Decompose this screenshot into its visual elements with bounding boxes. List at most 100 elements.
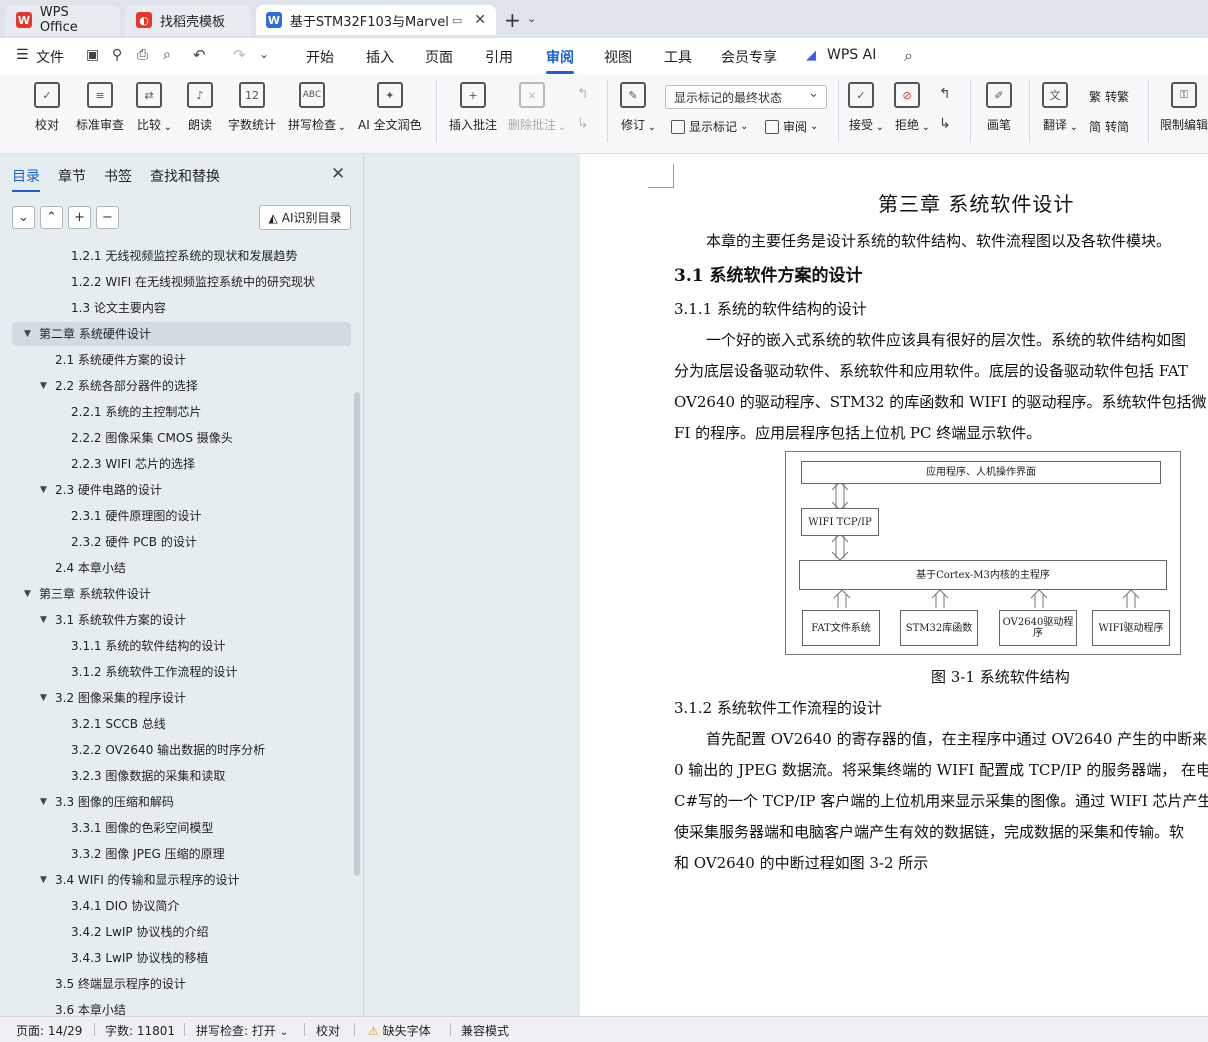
toc-item[interactable]: 3.5 终端显示程序的设计 xyxy=(12,972,351,996)
toc-item[interactable]: 3.3.2 图像 JPEG 压缩的原理 xyxy=(12,842,351,866)
markup-mode-select[interactable]: 显示标记的最终状态 xyxy=(665,85,827,109)
expand-arrow-icon[interactable]: ▼ xyxy=(40,790,47,814)
toc-item[interactable]: 1.2.1 无线视频监控系统的现状和发展趋势 xyxy=(12,248,351,268)
page-indicator[interactable]: 页面: 14/29 xyxy=(16,1022,82,1039)
translate-button[interactable]: 文 翻译 ⌄ xyxy=(1042,82,1078,133)
toc-item[interactable]: 2.4 本章小结 xyxy=(12,556,351,580)
toc-item[interactable]: 3.2.2 OV2640 输出数据的时序分析 xyxy=(12,738,351,762)
track-changes-button[interactable]: ✎ 修订 ⌄ xyxy=(620,82,656,133)
close-icon[interactable]: ✕ xyxy=(331,164,345,184)
show-markup-button[interactable]: 显示标记 ⌄ xyxy=(671,118,748,135)
add-heading-button[interactable]: + xyxy=(68,206,91,229)
pen-button[interactable]: ✐ 画笔 xyxy=(986,82,1012,133)
menu-review[interactable]: 审阅 xyxy=(546,47,574,74)
menu-wps-ai[interactable]: WPS AI xyxy=(827,47,876,63)
monitor-icon[interactable]: ▭ xyxy=(452,14,462,27)
expand-arrow-icon[interactable]: ▼ xyxy=(40,374,47,398)
toc-item[interactable]: 1.2.2 WIFI 在无线视频监控系统中的研究现状 xyxy=(12,270,351,294)
prev-comment-icon[interactable]: ↰ xyxy=(577,86,589,102)
remove-heading-button[interactable]: − xyxy=(96,206,119,229)
tab-bookmarks[interactable]: 书签 xyxy=(104,166,132,186)
tab-chapters[interactable]: 章节 xyxy=(58,166,86,186)
chevron-down-icon[interactable]: ⌄ xyxy=(527,12,536,25)
toc-item[interactable]: 3.2.1 SCCB 总线 xyxy=(12,712,351,736)
word-count-button[interactable]: 12 字数统计 xyxy=(228,82,276,133)
toc-item[interactable]: 2.2.3 WIFI 芯片的选择 xyxy=(12,452,351,476)
toc-item[interactable]: 3.3.1 图像的色彩空间模型 xyxy=(12,816,351,840)
close-tab-icon[interactable]: ✕ xyxy=(474,12,486,28)
toc-item[interactable]: ▼ 3.2 图像采集的程序设计 xyxy=(12,686,351,710)
to-traditional-button[interactable]: 繁 转繁 xyxy=(1089,88,1129,105)
compare-button[interactable]: ⇄ 比较 ⌄ xyxy=(136,82,172,133)
menu-reference[interactable]: 引用 xyxy=(485,47,513,67)
toc-item[interactable]: ▼ 第二章 系统硬件设计 xyxy=(12,322,351,346)
toc-item[interactable]: 3.6 本章小结 xyxy=(12,998,351,1016)
expand-arrow-icon[interactable]: ▼ xyxy=(40,868,47,892)
menu-view[interactable]: 视图 xyxy=(604,47,632,67)
expand-arrow-icon[interactable]: ▼ xyxy=(40,478,47,502)
print-icon[interactable]: ⎙ xyxy=(137,47,148,63)
menu-page[interactable]: 页面 xyxy=(425,47,453,67)
new-tab-icon[interactable]: + xyxy=(504,8,521,32)
search-icon[interactable]: ⌕ xyxy=(904,46,913,66)
standard-review-button[interactable]: ≡ 标准审查 xyxy=(76,82,124,133)
insert-comment-button[interactable]: + 插入批注 xyxy=(449,82,497,133)
toc-item[interactable]: 3.4.3 LwIP 协议栈的移植 xyxy=(12,946,351,970)
expand-arrow-icon[interactable]: ▼ xyxy=(40,608,47,632)
more-chevron-icon[interactable]: ⌄ xyxy=(259,47,269,61)
prev-change-icon[interactable]: ↰ xyxy=(939,86,951,102)
toc-item[interactable]: 3.4.2 LwIP 协议栈的介绍 xyxy=(12,920,351,944)
toc-item[interactable]: ▼ 3.3 图像的压缩和解码 xyxy=(12,790,351,814)
share-icon[interactable]: ⚲ xyxy=(112,47,122,63)
read-aloud-button[interactable]: ♪ 朗读 xyxy=(187,82,213,133)
toc-item[interactable]: 3.4.1 DIO 协议简介 xyxy=(12,894,351,918)
toc-item[interactable]: 2.3.1 硬件原理图的设计 xyxy=(12,504,351,528)
menu-tools[interactable]: 工具 xyxy=(664,47,692,67)
spell-check-button[interactable]: ABC 拼写检查 ⌄ xyxy=(288,82,346,133)
move-up-button[interactable]: ⌃ xyxy=(40,206,63,229)
ai-toc-button[interactable]: ◭ AI识别目录 xyxy=(259,205,351,230)
tab-docer[interactable]: ◐ 找稻壳模板 xyxy=(126,5,250,35)
expand-arrow-icon[interactable]: ▼ xyxy=(24,582,31,606)
print-preview-icon[interactable]: ⌕ xyxy=(163,47,171,63)
word-count-status[interactable]: 字数: 11801 xyxy=(105,1022,175,1039)
proofread-button[interactable]: ✓ 校对 xyxy=(34,82,60,133)
delete-comment-button[interactable]: × 删除批注 ⌄ xyxy=(508,82,566,133)
save-icon[interactable]: ▣ xyxy=(86,47,99,63)
accept-button[interactable]: ✓ 接受 ⌄ xyxy=(848,82,884,133)
tab-wps-office[interactable]: W WPS Office xyxy=(6,5,120,35)
redo-icon[interactable]: ↷ xyxy=(233,46,246,64)
menu-insert[interactable]: 插入 xyxy=(366,47,394,67)
review-pane-button[interactable]: 审阅 ⌄ xyxy=(765,118,818,135)
tab-document[interactable]: W 基于STM32F103与Marvell8 ▭ ✕ xyxy=(256,5,496,35)
toc-item[interactable]: 1.3 论文主要内容 xyxy=(12,296,351,320)
ai-polish-button[interactable]: ✦ AI 全文润色 xyxy=(358,82,422,133)
toc-item[interactable]: 2.1 系统硬件方案的设计 xyxy=(12,348,351,372)
menu-start[interactable]: 开始 xyxy=(306,47,334,67)
toc-item[interactable]: ▼ 2.3 硬件电路的设计 xyxy=(12,478,351,502)
restrict-editing-button[interactable]: ⚿ 限制编辑 xyxy=(1160,82,1208,133)
proofread-status[interactable]: 校对 xyxy=(316,1022,340,1039)
spell-check-status[interactable]: 拼写检查: 打开 ⌄ xyxy=(196,1022,288,1039)
toc-item[interactable]: ▼ 3.1 系统软件方案的设计 xyxy=(12,608,351,632)
toc-item[interactable]: 3.2.3 图像数据的采集和读取 xyxy=(12,764,351,788)
reject-button[interactable]: ⊘ 拒绝 ⌄ xyxy=(894,82,930,133)
tab-toc[interactable]: 目录 xyxy=(12,166,40,192)
expand-arrow-icon[interactable]: ▼ xyxy=(40,686,47,710)
toc-item[interactable]: 3.1.2 系统软件工作流程的设计 xyxy=(12,660,351,684)
toc-item[interactable]: 2.2.2 图像采集 CMOS 摄像头 xyxy=(12,426,351,450)
to-simplified-button[interactable]: 简 转简 xyxy=(1089,118,1129,135)
tab-find-replace[interactable]: 查找和替换 xyxy=(150,166,220,186)
next-comment-icon[interactable]: ↳ xyxy=(577,116,589,132)
document-page[interactable]: 第三章 系统软件设计 本章的主要任务是设计系统的软件结构、软件流程图以及各软件模… xyxy=(580,154,1208,1016)
toc-item[interactable]: 2.2.1 系统的主控制芯片 xyxy=(12,400,351,424)
toc-item[interactable]: ▼ 第三章 系统软件设计 xyxy=(12,582,351,606)
toc-item[interactable]: 2.3.2 硬件 PCB 的设计 xyxy=(12,530,351,554)
undo-icon[interactable]: ↶ xyxy=(193,46,206,64)
next-change-icon[interactable]: ↳ xyxy=(939,116,951,132)
toc-item[interactable]: ▼ 3.4 WIFI 的传输和显示程序的设计 xyxy=(12,868,351,892)
missing-font-status[interactable]: ⚠ 缺失字体 xyxy=(368,1022,431,1039)
toc-item[interactable]: 3.1.1 系统的软件结构的设计 xyxy=(12,634,351,658)
menu-member[interactable]: 会员专享 xyxy=(721,47,777,67)
toc-scrollbar[interactable] xyxy=(354,392,360,876)
